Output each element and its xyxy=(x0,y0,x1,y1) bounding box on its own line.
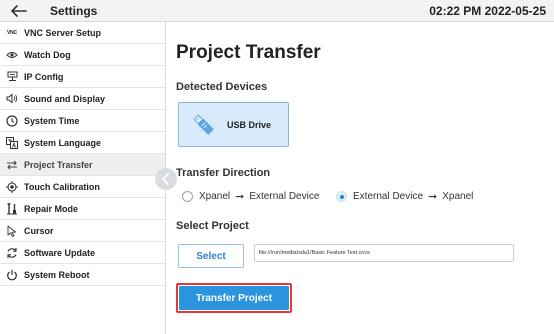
speaker-icon xyxy=(6,93,18,105)
transfer-direction-label: Transfer Direction xyxy=(176,167,271,179)
network-icon xyxy=(6,71,18,83)
sidebar-item-label: Sound and Display xyxy=(24,93,106,104)
select-button[interactable]: Select xyxy=(178,244,244,268)
option-source: External Device xyxy=(353,191,424,202)
sidebar-item-label: System Time xyxy=(24,115,80,126)
sidebar-item-watch-dog[interactable]: Watch Dog xyxy=(0,44,165,66)
option-target: Xpanel xyxy=(442,191,474,202)
sidebar-item-label: VNC Server Setup xyxy=(24,27,102,38)
top-bar: Settings 02:22 PM 2022-05-25 xyxy=(0,0,554,22)
device-label: USB Drive xyxy=(227,119,272,130)
app-title: Settings xyxy=(50,4,98,18)
language-icon xyxy=(6,136,18,149)
sidebar-item-label: Software Update xyxy=(24,247,96,258)
target-icon xyxy=(6,180,18,193)
arrow-left-icon xyxy=(11,5,27,17)
vnc-icon: VNC xyxy=(7,29,17,36)
sidebar-item-label: Watch Dog xyxy=(24,49,71,60)
sidebar-item-project-transfer[interactable]: Project Transfer xyxy=(0,154,165,176)
sidebar-item-cursor[interactable]: Cursor xyxy=(0,220,165,242)
sidebar-item-label: IP Config xyxy=(24,71,64,82)
radio-button[interactable] xyxy=(182,191,193,202)
eye-icon xyxy=(6,49,18,61)
page-title: Project Transfer xyxy=(176,42,321,63)
sidebar-item-vnc-server-setup[interactable]: VNC VNC Server Setup xyxy=(0,22,165,44)
sidebar: VNC VNC Server Setup Watch Dog IP Config… xyxy=(0,22,166,334)
clock-icon xyxy=(6,114,18,127)
sidebar-item-label: Repair Mode xyxy=(24,203,79,214)
sidebar-item-system-language[interactable]: System Language xyxy=(0,132,165,154)
tools-icon xyxy=(6,202,18,215)
radio-button-selected[interactable] xyxy=(336,191,347,202)
select-project-label: Select Project xyxy=(176,220,249,232)
sidebar-item-touch-calibration[interactable]: Touch Calibration xyxy=(0,176,165,198)
sidebar-item-label: System Reboot xyxy=(24,269,90,280)
option-target: External Device xyxy=(249,191,320,202)
sidebar-item-label: Project Transfer xyxy=(24,159,93,170)
sidebar-item-sound-and-display[interactable]: Sound and Display xyxy=(0,88,165,110)
sidebar-item-repair-mode[interactable]: Repair Mode xyxy=(0,198,165,220)
project-path-field[interactable]: file:///run/media/sda1/Basic Feature Tes… xyxy=(254,244,514,262)
usb-drive-card[interactable]: USB Drive xyxy=(178,102,289,147)
detected-devices-label: Detected Devices xyxy=(176,81,268,93)
sidebar-item-system-time[interactable]: System Time xyxy=(0,110,165,132)
datetime-display: 02:22 PM 2022-05-25 xyxy=(429,4,546,18)
power-icon xyxy=(6,269,18,281)
refresh-icon xyxy=(6,247,18,259)
cursor-icon xyxy=(6,225,18,237)
sidebar-item-system-reboot[interactable]: System Reboot xyxy=(0,264,165,286)
usb-drive-icon xyxy=(189,110,219,140)
arrow-right-icon: ➞ xyxy=(428,191,438,203)
transfer-project-button[interactable]: Transfer Project xyxy=(179,286,289,310)
sidebar-item-ip-config[interactable]: IP Config xyxy=(0,66,165,88)
collapse-sidebar-button[interactable] xyxy=(155,168,177,190)
sidebar-item-label: Touch Calibration xyxy=(24,181,100,192)
sidebar-item-label: Cursor xyxy=(24,225,54,236)
option-source: Xpanel xyxy=(199,191,231,202)
sidebar-item-software-update[interactable]: Software Update xyxy=(0,242,165,264)
arrow-right-icon: ➞ xyxy=(235,191,245,203)
back-button[interactable] xyxy=(4,1,34,21)
direction-option-external-to-xpanel[interactable]: External Device ➞ Xpanel xyxy=(336,190,473,203)
transfer-icon xyxy=(6,159,18,171)
direction-option-xpanel-to-external[interactable]: Xpanel ➞ External Device xyxy=(182,190,319,203)
chevron-left-icon xyxy=(161,173,169,185)
sidebar-item-label: System Language xyxy=(24,137,102,148)
main-panel: Project Transfer Detected Devices USB Dr… xyxy=(176,22,546,334)
